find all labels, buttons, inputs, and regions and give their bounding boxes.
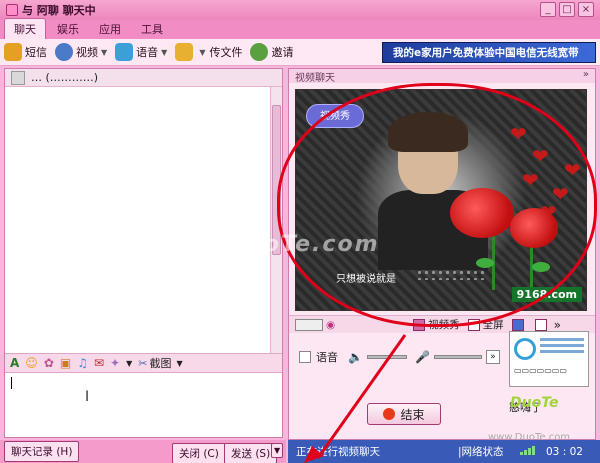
bottom-bar: 聊天记录 (H) 关闭 (C) 发送 (S) ▼ <box>0 440 286 463</box>
tab-tools[interactable]: 工具 <box>132 19 172 39</box>
expand-icon <box>534 318 547 331</box>
chevron-right-icon[interactable]: » <box>554 318 561 332</box>
main-tabs: 聊天 娱乐 应用 工具 <box>0 18 600 39</box>
chevron-down-icon[interactable]: ▼ <box>101 48 107 57</box>
magic-emoji-icon[interactable]: ✿ <box>44 356 54 370</box>
tab-entertainment[interactable]: 娱乐 <box>48 19 88 39</box>
voice-label: 语音 <box>136 46 159 59</box>
speaker-volume-slider[interactable] <box>366 355 407 359</box>
text-cursor-icon: I <box>85 389 90 405</box>
format-toolbar: A ☺ ✿ ▣ ♫ ✉ ✦ ▼ ✂ 截图 ▼ <box>5 353 282 373</box>
screenshot-label: 截图 <box>149 357 172 370</box>
mic-volume-slider[interactable] <box>433 355 482 359</box>
minimize-button[interactable]: _ <box>540 2 556 17</box>
voice-label: 语音 <box>316 351 338 364</box>
contact-header: … (…………) <box>5 69 282 87</box>
tab-chat[interactable]: 聊天 <box>4 18 46 39</box>
more-button[interactable]: » <box>534 318 561 332</box>
emoji-icon[interactable]: ☺ <box>25 356 38 370</box>
video-header-label: 视频聊天 <box>295 72 335 84</box>
file-transfer-label: 传文件 <box>209 46 243 59</box>
chevron-down-icon[interactable]: ▼ <box>161 48 167 57</box>
font-icon[interactable]: A <box>10 356 19 370</box>
chat-history-area[interactable] <box>5 87 270 353</box>
sms-icon <box>4 43 22 61</box>
music-icon[interactable]: ♫ <box>77 356 88 370</box>
collapse-icon[interactable]: » <box>583 69 589 80</box>
message-input[interactable]: I <box>5 373 282 437</box>
preview-logo <box>514 338 536 360</box>
app-icon <box>6 4 18 16</box>
camera-icon <box>511 318 524 331</box>
preview-caption: ▭▭▭▭▭▭▭ <box>514 366 567 375</box>
chat-history-button[interactable]: 聊天记录 (H) <box>4 441 80 462</box>
scissors-icon: ✂ <box>138 356 148 370</box>
record-icon: ◉ <box>326 318 336 331</box>
voice-controls: 语音 🔈 🎤 » <box>299 349 500 365</box>
speaker-icon[interactable]: 🔈 <box>348 350 363 364</box>
invite-button[interactable]: 邀请 <box>250 43 293 61</box>
video-label: 视频 <box>76 46 98 59</box>
video-button[interactable]: 视频 ▼ <box>55 43 107 61</box>
tab-apps[interactable]: 应用 <box>90 19 130 39</box>
send-options-button[interactable]: ▼ <box>271 443 284 458</box>
sms-button[interactable]: 短信 <box>4 43 47 61</box>
screenshot-button[interactable]: ✂ 截图 ▼ <box>138 355 182 371</box>
chevron-down-icon[interactable]: ▼ <box>126 359 132 368</box>
microphone-icon[interactable]: 🎤 <box>415 350 430 364</box>
invite-icon <box>250 43 269 61</box>
self-preview[interactable]: ▭▭▭▭▭▭▭ <box>509 331 589 387</box>
voice-button[interactable]: 语音 ▼ <box>115 43 167 61</box>
chevron-down-icon[interactable]: ▼ <box>199 48 205 57</box>
image-icon[interactable]: ▣ <box>60 356 71 370</box>
window-title: 与 阿聊 聊天中 <box>22 4 96 17</box>
call-timer: 03 : 02 <box>546 445 583 458</box>
highlight-ellipse <box>277 83 597 327</box>
maximize-button[interactable]: □ <box>559 2 575 17</box>
duote-url: www.DuoTe.com <box>488 432 571 443</box>
text-caret <box>11 377 12 389</box>
status-text: 正在进行视频聊天 <box>296 446 380 458</box>
video-header: 视频聊天 » <box>289 69 595 84</box>
end-call-icon <box>383 408 396 420</box>
title-bar: 与 阿聊 聊天中 _ □ × <box>0 0 600 20</box>
contact-name: … (…………) <box>31 71 99 84</box>
close-chat-button[interactable]: 关闭 (C) <box>172 443 226 463</box>
end-video-button[interactable]: 结束 <box>367 403 441 425</box>
duote-logo: DuoTe <box>510 395 559 411</box>
end-label: 结束 <box>400 407 425 422</box>
close-window-button[interactable]: × <box>578 2 594 17</box>
preview-text-lines <box>540 338 584 341</box>
status-bar: 正在进行视频聊天 |网络状态 03 : 02 <box>288 440 600 463</box>
shake-icon[interactable]: ✦ <box>110 356 120 370</box>
invite-label: 邀请 <box>271 46 294 59</box>
network-status[interactable]: |网络状态 <box>458 444 504 459</box>
signal-icon <box>520 446 535 455</box>
snapshot-button[interactable] <box>511 318 527 331</box>
settings-icon <box>295 318 323 331</box>
watermark: www.DuoTe.com <box>150 232 380 257</box>
file-transfer-button[interactable]: ▼ 传文件 <box>175 43 242 61</box>
gift-icon[interactable]: ✉ <box>94 356 104 370</box>
microphone-icon <box>115 43 134 61</box>
file-transfer-icon <box>175 43 194 61</box>
sms-label: 短信 <box>25 46 47 59</box>
video-settings-button[interactable]: ◉ <box>295 318 336 331</box>
voice-checkbox[interactable] <box>299 351 311 363</box>
avatar[interactable] <box>11 70 25 85</box>
toolbar: 短信 视频 ▼ 语音 ▼ ▼ 传文件 邀请 我的e家用户免费体验中国电信无线宽带 <box>0 39 600 66</box>
send-button[interactable]: 发送 (S) <box>224 443 278 463</box>
ad-banner[interactable]: 我的e家用户免费体验中国电信无线宽带 <box>382 42 596 63</box>
expand-audio-button[interactable]: » <box>485 350 500 364</box>
chevron-down-icon[interactable]: ▼ <box>176 359 182 368</box>
camera-icon <box>55 43 73 61</box>
